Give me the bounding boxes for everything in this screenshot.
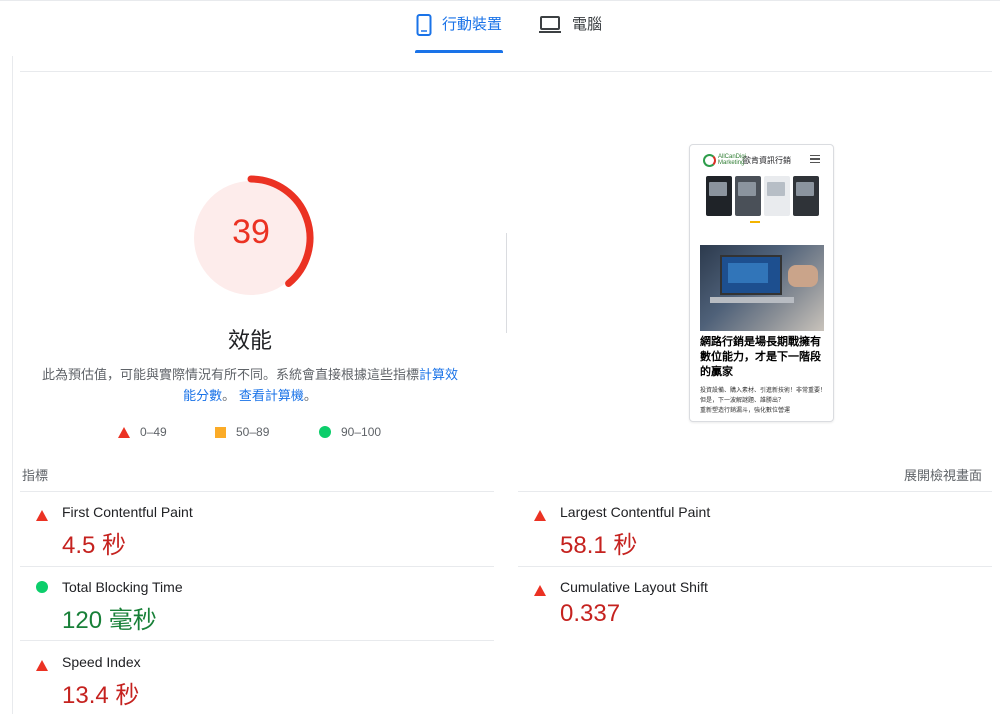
performance-title: 效能 [227, 328, 272, 353]
square-icon [215, 426, 226, 438]
metrics-section-label: 指標 [22, 468, 49, 483]
metric-value: 13.4 秒 [62, 682, 140, 709]
metric-cumulative-layout-shift: Cumulative Layout Shift 0.337 [534, 579, 1000, 653]
legend-item-poor: 0–49 [118, 425, 167, 439]
tab-mobile-label: 行動裝置 [442, 16, 503, 33]
legend-item-good: 90–100 [319, 425, 381, 439]
preview-body-line: 但是，下一波解謎題、誰勝出？ [700, 398, 785, 404]
preview-header: AllCanDigi Marketing 歐肯資訊行銷 [690, 145, 833, 171]
description-text: 此為預估值，可能與實際情況有所不同。系統會直接根據這些指標 [41, 367, 419, 382]
legend-range: 50–89 [236, 425, 270, 439]
hamburger-menu-icon [810, 155, 820, 163]
triangle-icon [118, 426, 130, 438]
laptop-screen-graphic [720, 255, 782, 295]
metric-speed-index: Speed Index 13.4 秒 [36, 654, 506, 714]
laptop-base-graphic [710, 297, 794, 303]
laptop-icon [539, 16, 561, 33]
metric-total-blocking-time: Total Blocking Time 120 毫秒 [36, 579, 506, 653]
triangle-icon [36, 660, 48, 671]
metric-value: 120 毫秒 [62, 607, 157, 634]
metric-label: Largest Contentful Paint [560, 504, 711, 520]
active-tab-indicator [415, 50, 503, 53]
performance-description: 此為預估值，可能與實際情況有所不同。系統會直接根據這些指標計算效能分數。 查看計… [40, 364, 460, 406]
preview-body-line: 投資設備、購入素材、引進新技術！非常重要！ [700, 388, 827, 394]
device-tabs: 行動裝置 電腦 [0, 0, 1000, 56]
divider [20, 71, 992, 72]
tab-desktop-label: 電腦 [572, 16, 603, 33]
performance-score: 39 [232, 213, 270, 251]
metric-value: 0.337 [560, 600, 621, 627]
circle-icon [36, 581, 48, 593]
description-end: 。 [303, 388, 317, 403]
preview-thumbnail [735, 176, 761, 216]
metric-value: 58.1 秒 [560, 532, 638, 559]
preview-thumbnail [706, 176, 732, 216]
calculator-link[interactable]: 查看計算機 [239, 388, 304, 403]
legend-range: 0–49 [140, 425, 167, 439]
carousel-indicator [750, 221, 760, 223]
metric-value: 4.5 秒 [62, 532, 127, 559]
circle-icon [319, 426, 331, 438]
description-separator: 。 [222, 388, 236, 403]
preview-hero-image [700, 245, 824, 331]
preview-thumbnail [793, 176, 819, 216]
preview-thumbnail [764, 176, 790, 216]
tab-desktop[interactable]: 電腦 [538, 14, 602, 54]
smartphone-icon [416, 14, 432, 36]
preview-body-line: 重新塑造行銷漏斗，強化數位營運 [700, 408, 791, 414]
preview-thumbnails [706, 176, 819, 216]
metric-label: Cumulative Layout Shift [560, 579, 708, 595]
vertical-divider [506, 233, 507, 333]
triangle-icon [534, 585, 546, 596]
hand-graphic [788, 265, 818, 287]
metric-label: Speed Index [62, 654, 141, 670]
legend-range: 90–100 [341, 425, 382, 439]
metric-label: Total Blocking Time [62, 579, 183, 595]
metric-largest-contentful-paint: Largest Contentful Paint 58.1 秒 [534, 504, 1000, 578]
legend-item-average: 50–89 [215, 425, 269, 439]
expand-view-toggle[interactable]: 展開檢視畫面 [904, 465, 982, 484]
page-screenshot-preview[interactable]: AllCanDigi Marketing 歐肯資訊行銷 網路行銷是場長期戰擁有數… [689, 144, 834, 422]
metric-first-contentful-paint: First Contentful Paint 4.5 秒 [36, 504, 506, 578]
triangle-icon [36, 510, 48, 521]
divider [518, 491, 992, 492]
preview-brand-line2: Marketing [718, 160, 745, 166]
tab-mobile[interactable]: 行動裝置 [416, 14, 502, 54]
site-logo-icon [703, 154, 716, 167]
divider [20, 491, 494, 492]
metric-label: First Contentful Paint [62, 504, 193, 520]
preview-headline: 網路行銷是場長期戰擁有數位能力，才是下一階段的贏家 [700, 336, 821, 378]
triangle-icon [534, 510, 546, 521]
left-rule [12, 56, 13, 714]
preview-site-name: 歐肯資訊行銷 [743, 156, 791, 165]
